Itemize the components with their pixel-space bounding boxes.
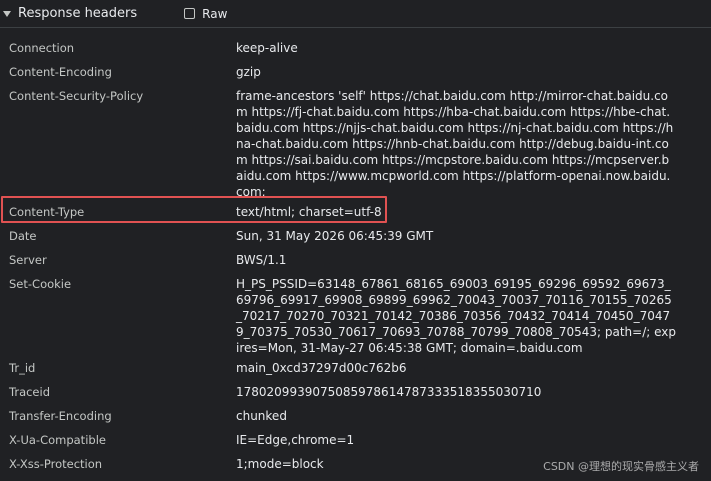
header-row-transfer-encoding: Transfer-Encoding chunked <box>0 404 711 428</box>
header-row-server: Server BWS/1.1 <box>0 248 711 272</box>
watermark: CSDN @理想的现实骨感主义者 <box>543 460 699 473</box>
header-name: X-Ua-Compatible <box>9 433 106 447</box>
response-headers-toggle[interactable]: Response headers <box>3 6 137 21</box>
header-value: H_PS_PSSID=63148_67861_68165_69003_69195… <box>236 277 677 355</box>
header-row-date: Date Sun, 31 May 2026 06:45:39 GMT <box>0 224 711 248</box>
header-name: Tr_id <box>9 361 36 375</box>
header-value: chunked <box>236 409 287 423</box>
raw-toggle[interactable]: Raw <box>184 7 227 21</box>
header-value: 1780209939075085978614787333518355030710 <box>236 385 542 399</box>
header-value: text/html; charset=utf-8 <box>236 205 382 219</box>
header-row-connection: Connection keep-alive <box>0 36 711 60</box>
header-value: IE=Edge,chrome=1 <box>236 433 355 447</box>
header-value: gzip <box>236 65 261 79</box>
raw-label: Raw <box>202 6 228 21</box>
header-row-content-security-policy: Content-Security-Policy frame-ancestors … <box>0 84 711 200</box>
header-row-tr-id: Tr_id main_0xcd37297d00c762b6 <box>0 356 711 380</box>
header-name: Date <box>9 229 37 243</box>
section-title: Response headers <box>18 6 138 21</box>
header-row-content-type: Content-Type text/html; charset=utf-8 <box>0 200 711 224</box>
raw-checkbox[interactable] <box>184 8 196 19</box>
header-value: BWS/1.1 <box>236 253 287 267</box>
expand-triangle-icon <box>3 10 11 17</box>
header-name: Set-Cookie <box>9 277 72 291</box>
header-value: keep-alive <box>236 41 298 55</box>
header-name: Content-Encoding <box>9 65 112 79</box>
response-headers-section-header: Response headers Raw <box>0 0 711 28</box>
header-name: Server <box>9 253 47 267</box>
header-row-content-encoding: Content-Encoding gzip <box>0 60 711 84</box>
header-name: Traceid <box>9 385 51 399</box>
header-row-traceid: Traceid 17802099390750859786147873335183… <box>0 380 711 404</box>
response-headers-list: Connection keep-alive Content-Encoding g… <box>0 28 711 476</box>
header-value: Sun, 31 May 2026 06:45:39 GMT <box>236 229 434 243</box>
header-name: X-Xss-Protection <box>9 457 103 471</box>
header-value: main_0xcd37297d00c762b6 <box>236 361 407 375</box>
header-name: Connection <box>9 41 75 55</box>
header-name: Content-Security-Policy <box>9 89 144 103</box>
header-name: Content-Type <box>9 205 85 219</box>
header-value: frame-ancestors 'self' https://chat.baid… <box>236 89 674 199</box>
header-row-x-ua-compatible: X-Ua-Compatible IE=Edge,chrome=1 <box>0 428 711 452</box>
header-name: Transfer-Encoding <box>9 409 112 423</box>
header-row-set-cookie: Set-Cookie H_PS_PSSID=63148_67861_68165_… <box>0 272 711 356</box>
